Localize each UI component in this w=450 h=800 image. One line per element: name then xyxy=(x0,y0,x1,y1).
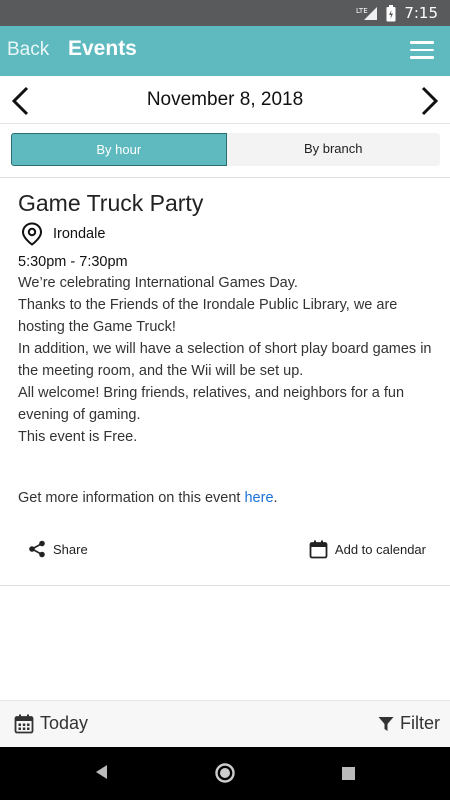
description-line: This event is Free. xyxy=(18,429,138,445)
description-line: Thanks to the Friends of the Irondale Pu… xyxy=(18,297,398,335)
today-label: Today xyxy=(40,713,89,733)
event-actions: Share Add to calendar xyxy=(0,540,450,564)
event-description: We’re celebrating International Games Da… xyxy=(18,272,436,448)
home-circle-icon[interactable] xyxy=(214,762,236,784)
description-line: In addition, we will have a selection of… xyxy=(18,341,432,379)
app-bar: Back Events xyxy=(0,26,450,76)
back-triangle-icon[interactable] xyxy=(93,763,109,781)
filter-label: Filter xyxy=(400,713,440,733)
calendar-grid-icon xyxy=(14,714,34,733)
share-label: Share xyxy=(53,541,88,557)
share-button[interactable]: Share xyxy=(28,540,88,558)
more-info-suffix: . xyxy=(273,490,278,506)
divider xyxy=(0,585,450,586)
status-icons: LTE 7:15 xyxy=(356,4,438,22)
location-name: Irondale xyxy=(53,226,106,242)
event-card: Game Truck Party Irondale 5:30pm - 7:30p… xyxy=(18,190,436,506)
current-date: November 8, 2018 xyxy=(146,89,304,110)
hamburger-menu-icon[interactable] xyxy=(410,41,434,61)
calendar-icon xyxy=(309,540,328,559)
more-info-prefix: Get more information on this event xyxy=(18,490,245,506)
bottom-toolbar: Today Filter xyxy=(0,700,450,747)
next-day-chevron-right-icon[interactable] xyxy=(416,86,442,116)
lte-signal-icon: LTE xyxy=(356,5,378,21)
battery-icon xyxy=(386,4,396,22)
by-branch-tab[interactable]: By branch xyxy=(226,133,440,166)
page-title: Events xyxy=(68,37,137,60)
location-pin-icon xyxy=(21,222,43,246)
more-info-link[interactable]: here xyxy=(244,490,273,506)
filter-button[interactable]: Filter xyxy=(378,713,440,734)
by-hour-tab[interactable]: By hour xyxy=(11,133,227,166)
back-button[interactable]: Back xyxy=(7,39,49,61)
recents-square-icon[interactable] xyxy=(341,766,356,781)
more-info-text: Get more information on this event here. xyxy=(18,490,278,506)
description-line: We’re celebrating International Games Da… xyxy=(18,275,298,291)
status-bar: LTE 7:15 xyxy=(0,0,450,26)
view-toggle: By hour By branch xyxy=(11,133,440,166)
svg-text:LTE: LTE xyxy=(356,7,368,15)
today-button[interactable]: Today xyxy=(14,713,88,734)
event-title: Game Truck Party xyxy=(18,190,204,216)
add-to-calendar-button[interactable]: Add to calendar xyxy=(309,540,426,559)
date-navigation: November 8, 2018 xyxy=(0,76,450,124)
filter-funnel-icon xyxy=(378,716,394,731)
add-to-calendar-label: Add to calendar xyxy=(334,542,426,557)
event-time: 5:30pm - 7:30pm xyxy=(18,254,128,270)
share-icon xyxy=(29,540,45,558)
divider xyxy=(0,177,450,178)
description-line: All welcome! Bring friends, relatives, a… xyxy=(18,385,405,423)
clock-time: 7:15 xyxy=(404,4,438,22)
event-location: Irondale xyxy=(18,222,436,246)
system-navigation-bar xyxy=(0,747,450,800)
